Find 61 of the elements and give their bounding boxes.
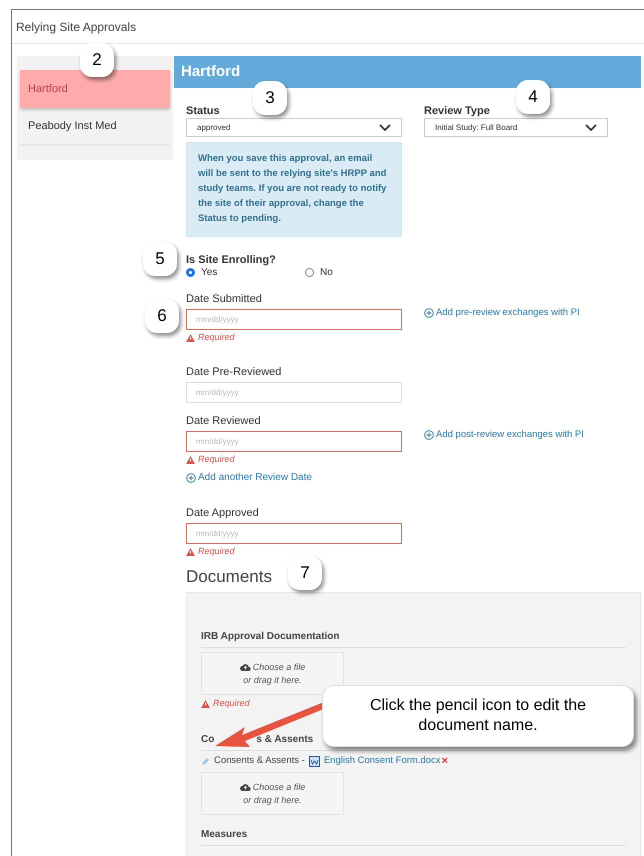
review-type-select[interactable]: Initial Study: Full Board	[424, 118, 608, 137]
document-type-label: Consents & Assents -	[214, 754, 305, 768]
date-input[interactable]: mm/dd/yyyy	[186, 431, 402, 452]
warning-icon	[201, 700, 210, 708]
radio-button[interactable]	[305, 268, 314, 277]
required-error: Required	[198, 545, 235, 558]
tooltip-callout: Click the pencil icon to edit the document name.	[322, 685, 634, 747]
chevron-down-icon	[585, 124, 597, 132]
date-input[interactable]: mm/dd/yyyy	[186, 523, 402, 544]
required-error: Required	[213, 697, 250, 710]
document-section-title: s & Assents	[256, 733, 314, 747]
file-dropzone[interactable]: Choose a file or drag it here.	[201, 652, 344, 695]
document-section-title: IRB Approval Documentation	[201, 630, 340, 644]
field-label: Review Type	[424, 104, 491, 118]
step-badge: 6	[145, 299, 179, 333]
plus-circle-icon	[424, 430, 434, 440]
file-dropzone[interactable]: Choose a file or drag it here.	[201, 772, 344, 815]
word-document-icon	[308, 756, 320, 767]
document-link[interactable]: English Consent Form.docx	[324, 754, 441, 769]
field-label: Date Reviewed	[186, 414, 262, 428]
section-heading: Documents	[186, 566, 272, 586]
remove-file-button[interactable]: ×	[442, 753, 448, 770]
plus-circle-icon	[424, 308, 434, 318]
site-item[interactable]: Peabody Inst Med	[20, 108, 170, 146]
chevron-down-icon	[379, 124, 391, 132]
document-section-title: Measures	[201, 828, 248, 842]
field-label: Date Approved	[186, 506, 260, 520]
step-badge: 5	[143, 242, 177, 276]
dropzone-text: Choose a file	[252, 780, 306, 794]
add-exchange-link[interactable]: Add pre-review exchanges with PI	[424, 306, 580, 320]
document-section-title: Co	[201, 733, 214, 747]
radio-label: No	[320, 266, 333, 280]
window-title: Relying Site Approvals	[16, 18, 136, 36]
date-input[interactable]: mm/dd/yyyy	[186, 309, 402, 330]
dropzone-text: or drag it here.	[243, 794, 302, 806]
warning-icon	[186, 334, 195, 342]
radio-button[interactable]	[186, 268, 195, 277]
required-error: Required	[198, 453, 235, 466]
step-badge: 7	[288, 556, 322, 590]
required-error: Required	[198, 331, 235, 344]
step-badge: 4	[516, 80, 550, 114]
panel-header: Hartford	[174, 56, 641, 88]
cloud-upload-icon	[240, 783, 251, 791]
radio-label: Yes	[201, 266, 218, 280]
warning-icon	[186, 456, 195, 464]
add-exchange-link[interactable]: Add post-review exchanges with PI	[424, 428, 584, 442]
cloud-upload-icon	[240, 663, 251, 671]
add-review-date-link[interactable]: Add another Review Date	[186, 470, 402, 485]
site-item[interactable]: Hartford	[20, 70, 170, 108]
step-badge: 3	[253, 81, 287, 115]
warning-icon	[186, 548, 195, 556]
field-label: Date Submitted	[186, 292, 263, 306]
dropzone-text: Choose a file	[252, 660, 306, 674]
field-label: Status	[186, 104, 221, 118]
info-notice: When you save this approval, an email will be sent to the relying site's HRPP and study teams. If you are not ready to notify the site of their approval, change the Status to pending.	[186, 142, 402, 237]
dropzone-text: or drag it here.	[243, 674, 302, 686]
status-select[interactable]: approved	[186, 118, 402, 137]
plus-circle-icon	[186, 472, 196, 482]
step-badge: 2	[80, 43, 114, 77]
field-label: Date Pre-Reviewed	[186, 365, 282, 379]
field-label: Is Site Enrolling?	[186, 253, 277, 266]
